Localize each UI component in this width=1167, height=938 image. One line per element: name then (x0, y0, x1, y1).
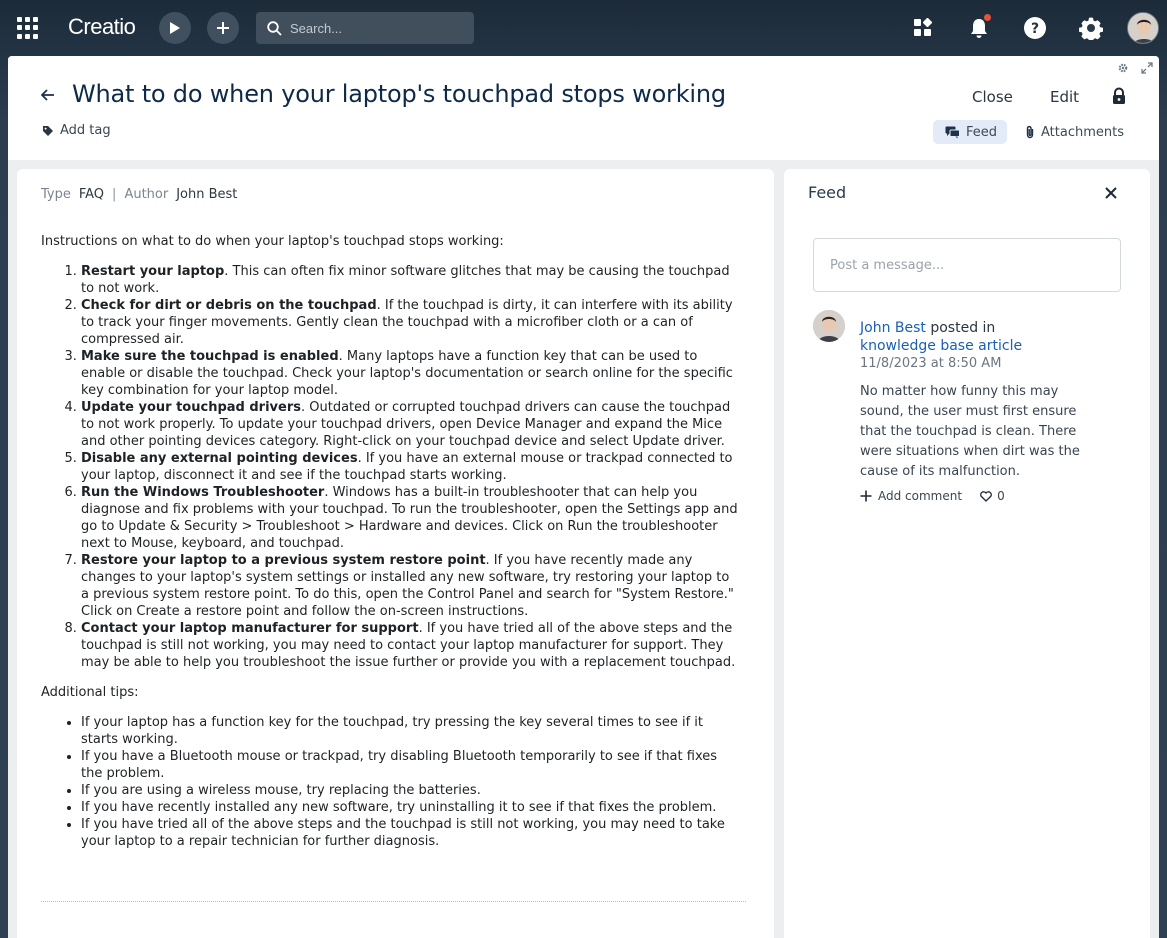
logo[interactable]: Creatio (68, 14, 136, 40)
avatar[interactable] (813, 310, 845, 342)
post-action-text: posted in (930, 320, 996, 336)
paperclip-icon (1026, 125, 1034, 139)
add-tag-label: Add tag (60, 123, 111, 138)
post-source-link[interactable]: knowledge base article (860, 338, 1022, 354)
top-bar: Creatio ? (0, 0, 1167, 56)
run-process-button[interactable] (159, 12, 191, 44)
feed-panel: Feed John Best posted in knowledge base … (784, 169, 1150, 938)
app-menu-icon[interactable] (17, 17, 39, 39)
article-panel: Type FAQ | Author John Best Instructions… (17, 169, 774, 938)
create-button[interactable] (207, 12, 239, 44)
tips-list: If your laptop has a function key for th… (81, 714, 741, 850)
article-intro: Instructions on what to do when your lap… (41, 234, 504, 249)
type-value[interactable]: FAQ (79, 187, 104, 202)
steps-list: Restart your laptop. This can often fix … (81, 263, 741, 671)
page-title: What to do when your laptop's touchpad s… (72, 80, 726, 108)
tag-icon (43, 125, 53, 136)
list-item: Restore your laptop to a previous system… (81, 552, 741, 620)
list-item: Contact your laptop manufacturer for sup… (81, 620, 741, 671)
meta-separator: | (112, 187, 117, 202)
add-comment-label: Add comment (878, 489, 963, 503)
page-settings-icon[interactable] (1117, 62, 1129, 74)
expand-icon[interactable] (1141, 62, 1153, 74)
list-item: Check for dirt or debris on the touchpad… (81, 297, 741, 348)
tab-feed[interactable]: Feed (933, 120, 1007, 144)
apps-icon[interactable] (909, 14, 937, 42)
list-item: Disable any external pointing devices. I… (81, 450, 741, 484)
list-item: If you are using a wireless mouse, try r… (81, 782, 741, 799)
list-item: If you have recently installed any new s… (81, 799, 741, 816)
tab-feed-label: Feed (966, 124, 998, 140)
search-icon (267, 20, 282, 36)
article-divider (41, 901, 746, 902)
plus-icon (860, 490, 872, 502)
tips-heading: Additional tips: (41, 685, 139, 700)
plus-icon (217, 22, 229, 34)
back-button[interactable] (39, 86, 57, 104)
add-comment-button[interactable]: Add comment (860, 489, 962, 503)
type-label: Type (41, 187, 71, 202)
settings-gear-icon[interactable] (1077, 14, 1105, 42)
post-actions: Add comment 0 (860, 489, 1005, 503)
tab-attachments-label: Attachments (1041, 124, 1124, 140)
notification-dot (984, 14, 991, 21)
list-item: If you have a Bluetooth mouse or trackpa… (81, 748, 741, 782)
feed-title: Feed (808, 183, 847, 202)
post-text: No matter how funny this may sound, the … (860, 384, 1080, 479)
like-count: 0 (997, 489, 1005, 503)
close-button[interactable]: Close (972, 88, 1013, 106)
search-input[interactable] (290, 20, 460, 36)
post-author-link[interactable]: John Best (860, 320, 926, 336)
play-icon (170, 22, 180, 34)
post-message-input[interactable] (830, 257, 1104, 273)
article-meta: Type FAQ | Author John Best (41, 187, 237, 202)
user-avatar[interactable] (1127, 12, 1159, 44)
feed-chat-icon (945, 126, 960, 138)
edit-button[interactable]: Edit (1050, 88, 1079, 106)
post-header: John Best posted in knowledge base artic… (860, 319, 1100, 355)
notifications-bell-icon[interactable] (965, 14, 993, 42)
svg-text:?: ? (1031, 21, 1039, 37)
record-page: What to do when your laptop's touchpad s… (8, 56, 1159, 938)
author-label: Author (124, 187, 169, 202)
post-message-box[interactable] (813, 238, 1121, 292)
list-item: Restart your laptop. This can often fix … (81, 263, 741, 297)
list-item: If you have tried all of the above steps… (81, 816, 741, 850)
post-date: 11/8/2023 at 8:50 AM (860, 356, 1002, 371)
close-icon[interactable] (1103, 185, 1119, 201)
arrow-left-icon (41, 89, 54, 101)
add-tag-button[interactable]: Add tag (42, 123, 111, 138)
list-item: If your laptop has a function key for th… (81, 714, 741, 748)
list-item: Update your touchpad drivers. Outdated o… (81, 399, 741, 450)
author-value[interactable]: John Best (176, 187, 237, 202)
article-body: Instructions on what to do when your lap… (41, 233, 741, 850)
list-item: Make sure the touchpad is enabled. Many … (81, 348, 741, 399)
help-icon[interactable]: ? (1021, 14, 1049, 42)
heart-icon (980, 490, 992, 502)
list-item: Run the Windows Troubleshooter. Windows … (81, 484, 741, 552)
page-header: What to do when your laptop's touchpad s… (8, 56, 1159, 160)
search-box[interactable] (256, 12, 474, 44)
like-button[interactable]: 0 (980, 489, 1005, 503)
lock-icon[interactable] (1111, 87, 1127, 105)
tab-attachments[interactable]: Attachments (1025, 120, 1124, 144)
